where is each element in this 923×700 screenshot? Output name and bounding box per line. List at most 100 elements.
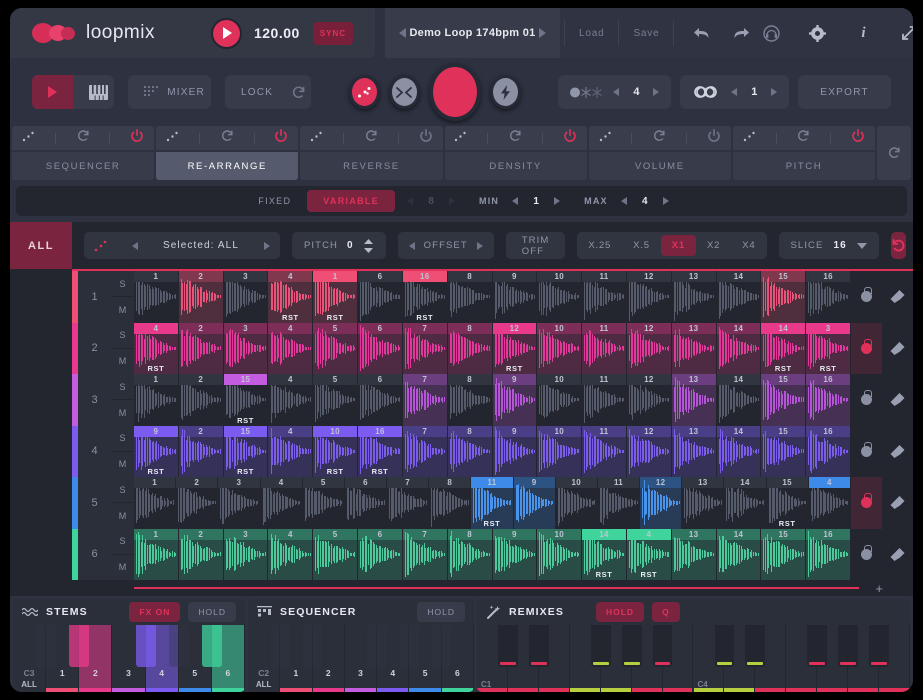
bpm-value[interactable]: 120.00	[254, 25, 300, 41]
module-power-icon[interactable]	[419, 129, 433, 148]
slice-cell[interactable]: 10	[537, 529, 582, 581]
variable-button[interactable]: VARIABLE	[307, 190, 395, 212]
black-key[interactable]	[169, 625, 189, 667]
slice-cell[interactable]: 5	[313, 374, 358, 426]
slice-cell[interactable]: 10	[537, 271, 582, 323]
offset-control[interactable]: OFFSET	[398, 232, 494, 259]
track-erase-button[interactable]	[882, 477, 913, 529]
selection-next-icon[interactable]	[264, 242, 270, 250]
play-keyboard-toggle[interactable]	[32, 75, 114, 109]
slice-cell[interactable]: 9RST	[134, 426, 179, 478]
module-randomize-icon[interactable]	[743, 129, 756, 147]
module-refresh-icon[interactable]	[508, 129, 522, 148]
black-key[interactable]	[400, 625, 419, 667]
slice-cell[interactable]: 15	[761, 426, 806, 478]
headphones-icon[interactable]	[756, 25, 786, 42]
slice-cell[interactable]: 16	[806, 426, 851, 478]
remixes-hold-button[interactable]: HOLD	[596, 602, 644, 622]
next-loop-icon[interactable]	[539, 28, 546, 38]
mute-button[interactable]: M	[111, 503, 134, 528]
slice-cell[interactable]: 12	[640, 477, 682, 529]
slice-cell[interactable]: 9	[493, 271, 538, 323]
slice-cell[interactable]: 4	[268, 374, 313, 426]
slice-cell[interactable]: 14RST	[582, 529, 627, 581]
max-stepper[interactable]: MAX 4	[572, 196, 681, 207]
selection-picker[interactable]: Selected: ALL	[84, 232, 280, 259]
offset-increment-icon[interactable]	[477, 242, 483, 250]
slice-cell[interactable]: 12	[627, 426, 672, 478]
keyboard-mode-button[interactable]	[73, 75, 114, 109]
remix-black-key[interactable]	[591, 625, 611, 667]
module-power-icon[interactable]	[851, 129, 865, 148]
min-decrement-icon[interactable]	[512, 197, 518, 205]
module-randomize-icon[interactable]	[166, 129, 179, 147]
module-randomize-icon[interactable]	[599, 129, 612, 147]
sync-button[interactable]: SYNC	[313, 22, 353, 45]
loop-increment-icon[interactable]	[771, 88, 777, 96]
slice-cell[interactable]: 2	[179, 374, 224, 426]
slice-cell[interactable]: 4	[261, 477, 303, 529]
multiplier-x_25[interactable]: X.25	[577, 235, 622, 256]
remix-black-key[interactable]	[622, 625, 642, 667]
fixed-decrement-icon[interactable]	[407, 197, 413, 205]
bars-stepper[interactable]: 4	[558, 75, 671, 109]
chevron-down-icon[interactable]	[857, 243, 867, 249]
bars-increment-icon[interactable]	[653, 88, 659, 96]
mute-button[interactable]: M	[111, 349, 134, 374]
solo-button[interactable]: S	[111, 271, 134, 297]
slice-cell[interactable]: 8	[429, 477, 471, 529]
shuffle-knob[interactable]	[389, 75, 420, 109]
slice-cell[interactable]: 11	[598, 477, 640, 529]
slice-cell[interactable]: 11	[582, 323, 627, 375]
slice-cell[interactable]: 12	[627, 271, 672, 323]
track-lock-button[interactable]	[851, 529, 882, 581]
slice-cell[interactable]: 6	[358, 529, 403, 581]
info-icon[interactable]: i	[848, 25, 878, 42]
slice-cell[interactable]: 11	[582, 374, 627, 426]
fixed-increment-icon[interactable]	[449, 197, 455, 205]
slice-cell[interactable]: 13	[672, 323, 717, 375]
slice-cell[interactable]: 15RST	[224, 426, 269, 478]
save-button[interactable]: Save	[619, 28, 673, 39]
slice-cell[interactable]: 7	[387, 477, 429, 529]
slice-cell[interactable]: 8	[448, 271, 493, 323]
gear-icon[interactable]	[802, 25, 832, 42]
remix-black-key[interactable]	[745, 625, 765, 667]
undo-button[interactable]	[686, 26, 716, 40]
slice-cell[interactable]: 10	[537, 323, 582, 375]
slice-cell[interactable]: 15	[761, 271, 806, 323]
slice-cell[interactable]: 6	[358, 323, 403, 375]
remix-black-key[interactable]	[498, 625, 518, 667]
slice-cell[interactable]: 13	[672, 374, 717, 426]
solo-button[interactable]: S	[111, 477, 134, 503]
lock-refresh-icon[interactable]	[289, 75, 311, 109]
module-refresh-icon[interactable]	[76, 129, 90, 148]
slice-cell[interactable]: 8	[448, 323, 493, 375]
slice-cell[interactable]: 7	[403, 529, 448, 581]
module-power-icon[interactable]	[130, 129, 144, 148]
slice-cell[interactable]: 14	[717, 374, 762, 426]
slice-cell[interactable]: 16RST	[358, 426, 403, 478]
fixed-button[interactable]: FIXED	[242, 190, 307, 212]
track-erase-button[interactable]	[882, 323, 913, 375]
black-key[interactable]	[432, 625, 451, 667]
slice-cell[interactable]: 1	[134, 529, 179, 581]
slice-cell[interactable]: 12	[627, 374, 672, 426]
max-increment-icon[interactable]	[663, 197, 669, 205]
track-lock-button[interactable]	[851, 477, 882, 529]
slice-count-control[interactable]: SLICE 16	[779, 232, 879, 259]
slice-cell[interactable]: 2	[179, 323, 224, 375]
remixes-quantize-button[interactable]: Q	[652, 602, 680, 622]
track-lock-button[interactable]	[851, 323, 882, 375]
loop-decrement-icon[interactable]	[731, 88, 737, 96]
slice-cell[interactable]: 4	[809, 477, 851, 529]
mixer-button[interactable]: MIXER	[128, 75, 211, 109]
flash-knob[interactable]	[490, 75, 521, 109]
mute-button[interactable]: M	[111, 452, 134, 477]
slice-cell[interactable]: 11	[582, 271, 627, 323]
slice-cell[interactable]: 14RST	[761, 323, 806, 375]
record-knob[interactable]	[429, 63, 482, 121]
module-power-icon[interactable]	[274, 129, 288, 148]
trim-button[interactable]: TRIM OFF	[506, 232, 566, 259]
sequencer-keyboard[interactable]: C2ALL123456	[248, 625, 474, 692]
